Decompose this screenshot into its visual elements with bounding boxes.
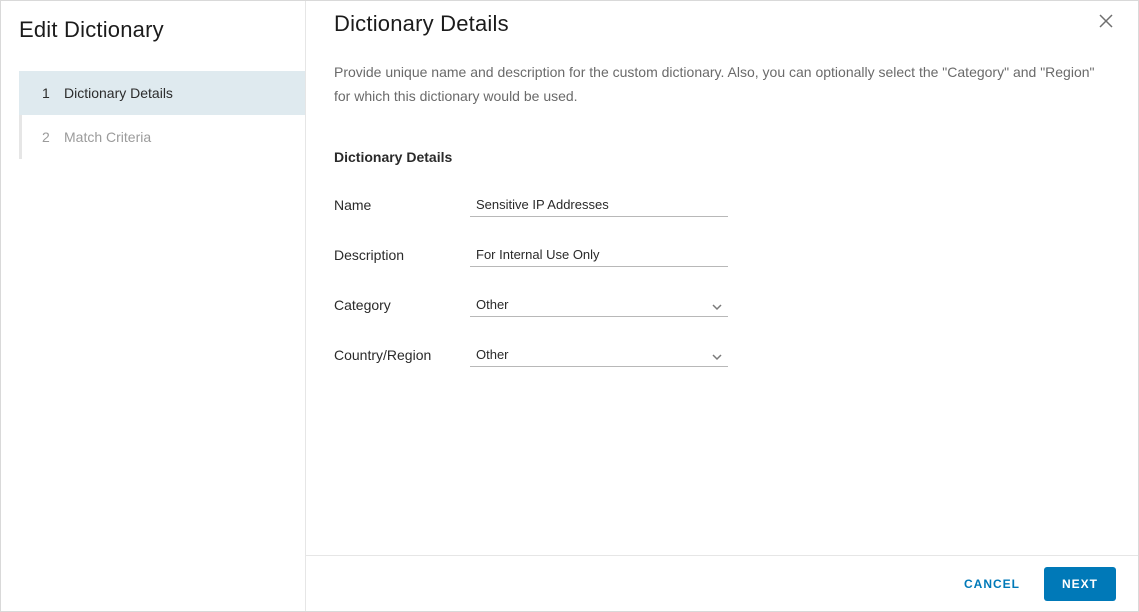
name-input[interactable] bbox=[470, 193, 728, 217]
intro-text: Provide unique name and description for … bbox=[334, 61, 1104, 109]
main-header: Dictionary Details bbox=[306, 1, 1138, 37]
step-number: 2 bbox=[42, 129, 64, 145]
name-label: Name bbox=[334, 197, 470, 213]
wizard-steps: 1 Dictionary Details 2 Match Criteria bbox=[19, 71, 305, 159]
step-match-criteria[interactable]: 2 Match Criteria bbox=[22, 115, 305, 159]
form-row-category: Category Other bbox=[334, 293, 1110, 317]
wizard-sidebar: Edit Dictionary 1 Dictionary Details 2 M… bbox=[1, 1, 306, 611]
region-select-wrap: Other bbox=[470, 343, 728, 367]
page-title: Dictionary Details bbox=[334, 11, 509, 37]
close-icon bbox=[1098, 17, 1114, 32]
form-row-region: Country/Region Other bbox=[334, 343, 1110, 367]
wizard-footer: CANCEL NEXT bbox=[306, 555, 1138, 611]
region-select[interactable]: Other bbox=[470, 343, 728, 367]
description-label: Description bbox=[334, 247, 470, 263]
category-select[interactable]: Other bbox=[470, 293, 728, 317]
wizard-main: Dictionary Details Provide unique name a… bbox=[306, 1, 1138, 611]
sidebar-title: Edit Dictionary bbox=[1, 9, 305, 63]
step-label: Match Criteria bbox=[64, 129, 151, 145]
cancel-button[interactable]: CANCEL bbox=[958, 569, 1026, 599]
step-dictionary-details[interactable]: 1 Dictionary Details bbox=[19, 71, 305, 115]
description-input[interactable] bbox=[470, 243, 728, 267]
close-button[interactable] bbox=[1094, 9, 1118, 36]
category-label: Category bbox=[334, 297, 470, 313]
category-select-wrap: Other bbox=[470, 293, 728, 317]
step-number: 1 bbox=[42, 85, 64, 101]
region-label: Country/Region bbox=[334, 347, 470, 363]
form-row-name: Name bbox=[334, 193, 1110, 217]
main-body: Provide unique name and description for … bbox=[306, 37, 1138, 555]
step-label: Dictionary Details bbox=[64, 85, 173, 101]
section-title: Dictionary Details bbox=[334, 149, 1110, 165]
edit-dictionary-modal: Edit Dictionary 1 Dictionary Details 2 M… bbox=[0, 0, 1139, 612]
next-button[interactable]: NEXT bbox=[1044, 567, 1116, 601]
form-row-description: Description bbox=[334, 243, 1110, 267]
